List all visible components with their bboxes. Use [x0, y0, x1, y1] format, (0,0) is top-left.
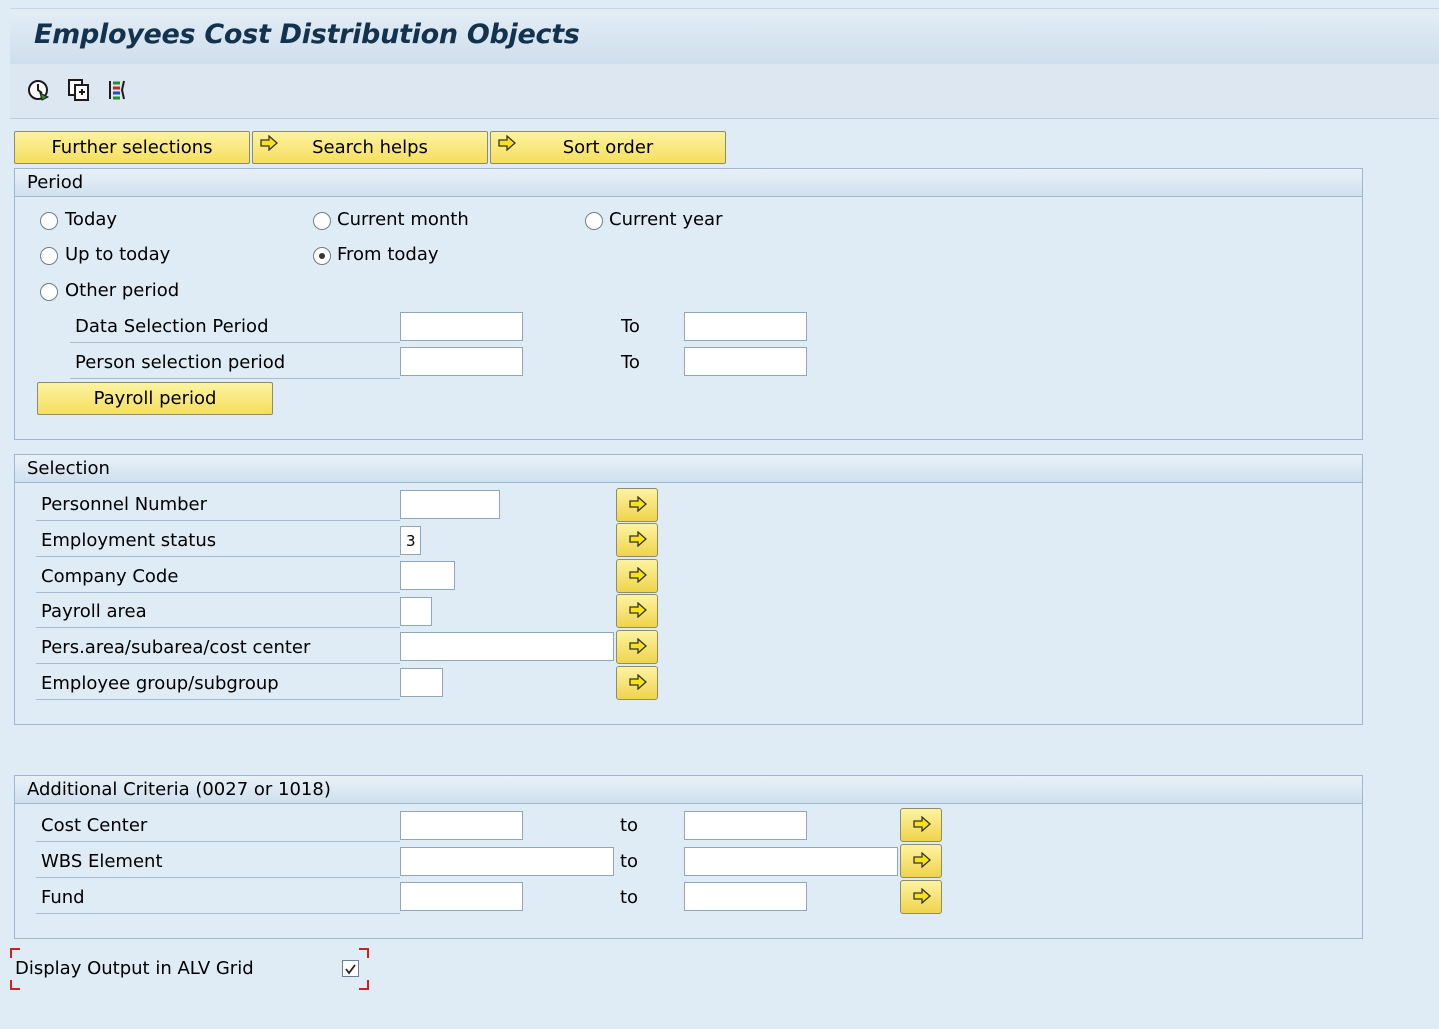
underline — [36, 877, 400, 878]
radio-up-to-today[interactable] — [40, 247, 58, 265]
sort-order-label: Sort order — [562, 137, 654, 158]
wbs-element-to-input[interactable] — [684, 847, 898, 876]
sort-order-button[interactable]: Sort order — [490, 131, 726, 164]
search-helps-button[interactable]: Search helps — [252, 131, 488, 164]
fund-multiple-selection-button[interactable] — [900, 880, 942, 914]
focus-bracket — [10, 948, 20, 958]
radio-other-period-label: Other period — [65, 280, 180, 301]
cost-center-from-input[interactable] — [400, 811, 523, 840]
focus-bracket — [359, 980, 369, 990]
radio-current-month[interactable] — [313, 212, 331, 230]
to-label: To — [621, 316, 640, 337]
selection-group-title: Selection — [15, 455, 1362, 483]
focus-bracket — [359, 948, 369, 958]
radio-other-period[interactable] — [40, 283, 58, 301]
employee-group-multiple-selection-button[interactable] — [616, 666, 658, 700]
payroll-period-button[interactable]: Payroll period — [37, 382, 273, 415]
radio-from-today-label: From today — [337, 244, 439, 265]
wbs-element-multiple-selection-button[interactable] — [900, 844, 942, 878]
data-selection-to-input[interactable] — [684, 312, 807, 341]
employment-status-label: Employment status — [41, 530, 217, 551]
arrow-right-icon — [260, 134, 278, 156]
arrow-right-icon — [498, 134, 516, 156]
title-bar: Employees Cost Distribution Objects — [10, 8, 1439, 65]
checkmark-icon — [345, 964, 356, 975]
further-selections-button[interactable]: Further selections — [14, 131, 250, 164]
underline — [36, 841, 400, 842]
arrow-right-icon — [629, 531, 647, 547]
radio-current-year-label: Current year — [609, 209, 723, 230]
radio-current-month-label: Current month — [337, 209, 469, 230]
execute-icon[interactable] — [26, 77, 52, 103]
underline — [36, 699, 400, 700]
cost-center-to-input[interactable] — [684, 811, 807, 840]
to-label: to — [620, 851, 639, 872]
pers-area-label: Pers.area/subarea/cost center — [41, 637, 311, 658]
radio-today-label: Today — [65, 209, 118, 230]
cost-center-label: Cost Center — [41, 815, 148, 836]
person-selection-period-label: Person selection period — [75, 352, 286, 373]
arrow-right-icon — [629, 567, 647, 583]
radio-from-today[interactable] — [313, 247, 331, 265]
underline — [70, 342, 400, 343]
search-helps-label: Search helps — [312, 137, 428, 158]
radio-current-year[interactable] — [585, 212, 603, 230]
underline — [36, 663, 400, 664]
selection-options-icon[interactable] — [106, 77, 132, 103]
wbs-element-from-input[interactable] — [400, 847, 614, 876]
fund-to-input[interactable] — [684, 882, 807, 911]
company-code-multiple-selection-button[interactable] — [616, 559, 658, 593]
company-code-input[interactable] — [400, 561, 455, 590]
period-group-title: Period — [15, 169, 1362, 197]
wbs-element-label: WBS Element — [41, 851, 163, 872]
underline — [36, 592, 400, 593]
personnel-number-input[interactable] — [400, 490, 500, 519]
focus-bracket — [10, 980, 20, 990]
underline — [70, 378, 400, 379]
additional-criteria-title: Additional Criteria (0027 or 1018) — [15, 776, 1362, 804]
arrow-right-icon — [913, 852, 931, 868]
radio-up-to-today-label: Up to today — [65, 244, 171, 265]
pers-area-multiple-selection-button[interactable] — [616, 630, 658, 664]
pers-area-input[interactable] — [400, 632, 614, 661]
arrow-right-icon — [629, 638, 647, 654]
arrow-right-icon — [913, 816, 931, 832]
arrow-right-icon — [629, 496, 647, 512]
personnel-number-label: Personnel Number — [41, 494, 207, 515]
company-code-label: Company Code — [41, 566, 179, 587]
to-label: to — [620, 887, 639, 908]
payroll-period-label: Payroll period — [93, 388, 217, 409]
arrow-right-icon — [629, 674, 647, 690]
employee-group-label: Employee group/subgroup — [41, 673, 279, 694]
employee-group-input[interactable] — [400, 668, 443, 697]
underline — [36, 913, 400, 914]
to-label: To — [621, 352, 640, 373]
further-selections-label: Further selections — [51, 137, 213, 158]
employment-status-multiple-selection-button[interactable] — [616, 523, 658, 557]
payroll-area-label: Payroll area — [41, 601, 147, 622]
radio-today[interactable] — [40, 212, 58, 230]
alv-grid-checkbox[interactable] — [342, 960, 359, 977]
application-toolbar — [10, 64, 1439, 119]
get-variant-icon[interactable] — [66, 77, 92, 103]
underline — [36, 520, 400, 521]
person-selection-to-input[interactable] — [684, 347, 807, 376]
underline — [36, 627, 400, 628]
person-selection-from-input[interactable] — [400, 347, 523, 376]
payroll-area-multiple-selection-button[interactable] — [616, 594, 658, 628]
employment-status-input[interactable]: 3 — [400, 526, 421, 555]
payroll-area-input[interactable] — [400, 597, 432, 626]
arrow-right-icon — [913, 888, 931, 904]
to-label: to — [620, 815, 639, 836]
data-selection-from-input[interactable] — [400, 312, 523, 341]
arrow-right-icon — [629, 602, 647, 618]
fund-label: Fund — [41, 887, 85, 908]
cost-center-multiple-selection-button[interactable] — [900, 808, 942, 842]
underline — [36, 556, 400, 557]
page-title: Employees Cost Distribution Objects — [34, 19, 580, 50]
fund-from-input[interactable] — [400, 882, 523, 911]
data-selection-period-label: Data Selection Period — [75, 316, 269, 337]
alv-grid-label: Display Output in ALV Grid — [15, 958, 254, 979]
personnel-number-multiple-selection-button[interactable] — [616, 488, 658, 522]
